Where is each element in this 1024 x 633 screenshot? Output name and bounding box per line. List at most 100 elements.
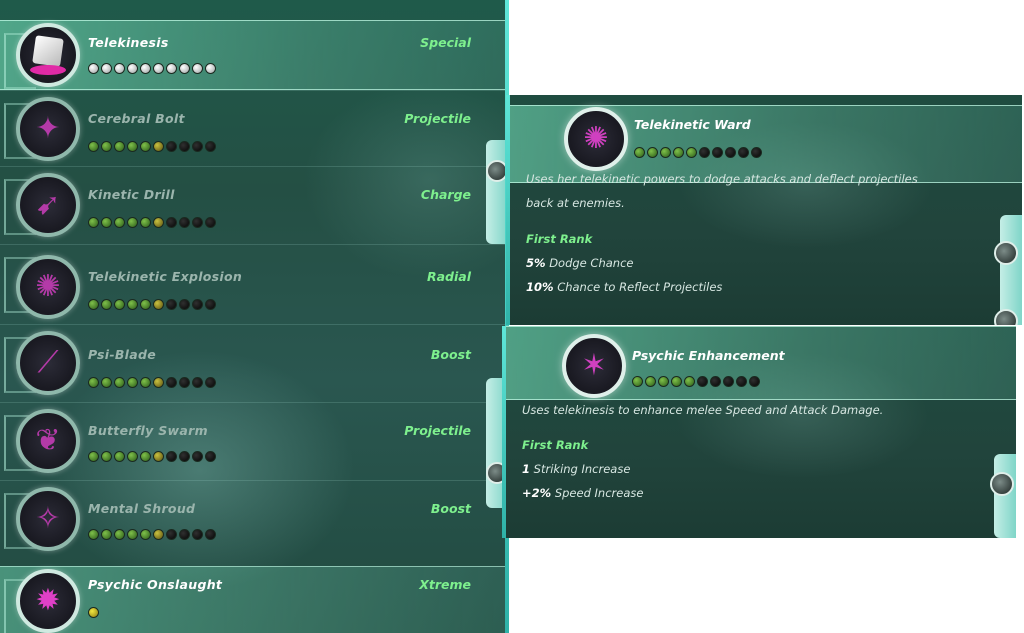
power-type: Charge [420, 187, 471, 202]
rank-pip-black [179, 141, 190, 152]
rank-pips [88, 607, 99, 618]
rank-pip-green [88, 299, 99, 310]
rank-pip-green [114, 451, 125, 462]
rank-pip-green [127, 529, 138, 540]
rank-pip-black [166, 299, 177, 310]
rank-pip-green [140, 529, 151, 540]
rank-pip-black [179, 529, 190, 540]
rank-pip-black [179, 377, 190, 388]
rank-pip-yellow [88, 607, 99, 618]
rank-pip-gold [153, 451, 164, 462]
rank-pips [88, 217, 216, 228]
rank-pip-black [712, 147, 723, 158]
power-row-psi-blade[interactable]: ⟋ Psi-Blade Boost [0, 324, 505, 401]
rank-pip-silver [205, 63, 216, 74]
rank-pip-silver [127, 63, 138, 74]
rank-pip-green [671, 376, 682, 387]
power-row-telekinesis[interactable]: Telekinesis Special [0, 20, 505, 90]
stat-line: 5% Dodge Chance [526, 256, 633, 270]
rank-pip-silver [88, 63, 99, 74]
rank-pip-green [634, 147, 645, 158]
detail-card-psychic-enhancement: ✶ Psychic Enhancement Uses telekinesis t… [502, 326, 1016, 538]
rank-pip-green [660, 147, 671, 158]
mental-shroud-icon: ✧ [16, 487, 80, 551]
power-name: Psi-Blade [88, 347, 157, 362]
rank-pip-black [179, 217, 190, 228]
power-name: Telekinesis [88, 35, 169, 50]
power-row-mental-shroud[interactable]: ✧ Mental Shroud Boost [0, 480, 505, 557]
rank-pip-black [192, 141, 203, 152]
rank-pip-green [684, 376, 695, 387]
stat-text: Speed Increase [554, 486, 644, 500]
telekinetic-ward-icon: ✺ [564, 107, 628, 171]
psychic-onslaught-icon: ✹ [16, 569, 80, 633]
rank-pip-black [751, 147, 762, 158]
power-type: Special [420, 35, 471, 50]
rank-pip-green [88, 451, 99, 462]
card-title: Telekinetic Ward [634, 117, 751, 132]
rank-pip-black [699, 147, 710, 158]
rank-pip-green [88, 141, 99, 152]
rank-pip-black [749, 376, 760, 387]
rank-pip-gold [153, 299, 164, 310]
rank-pip-silver [140, 63, 151, 74]
rank-pip-silver [114, 63, 125, 74]
rank-pip-black [192, 529, 203, 540]
rank-pip-silver [166, 63, 177, 74]
rank-pips [88, 63, 216, 74]
rank-pip-green [101, 217, 112, 228]
rank-pips [632, 376, 760, 387]
rank-pip-green [647, 147, 658, 158]
rank-pip-green [127, 451, 138, 462]
rank-pip-black [205, 299, 216, 310]
rank-pip-black [192, 377, 203, 388]
rank-pip-green [632, 376, 643, 387]
power-type: Projectile [404, 423, 471, 438]
rank-pip-green [686, 147, 697, 158]
rank-pip-green [101, 529, 112, 540]
rank-pip-green [140, 217, 151, 228]
stat-text: Chance to Reflect Projectiles [557, 280, 723, 294]
rank-pip-black [166, 377, 177, 388]
card-connector [994, 454, 1016, 538]
rank-pips [88, 299, 216, 310]
power-name: Mental Shroud [88, 501, 196, 516]
rank-pip-green [127, 141, 138, 152]
rank-pips [88, 451, 216, 462]
rank-pip-black [725, 147, 736, 158]
rank-pip-green [114, 141, 125, 152]
power-row-cerebral-bolt[interactable]: ✦ Cerebral Bolt Projectile [0, 90, 505, 167]
rank-pip-silver [192, 63, 203, 74]
power-type: Projectile [404, 111, 471, 126]
power-name: Cerebral Bolt [88, 111, 185, 126]
rank-pips [634, 147, 762, 158]
butterfly-swarm-icon: ❦ [16, 409, 80, 473]
power-row-telekinetic-explosion[interactable]: ✺ Telekinetic Explosion Radial [0, 244, 505, 323]
rank-pip-black [166, 529, 177, 540]
rank-pip-green [101, 377, 112, 388]
power-row-psychic-onslaught[interactable]: ✹ Psychic Onslaught Xtreme [0, 566, 505, 633]
rank-pip-black [738, 147, 749, 158]
card-knob [994, 241, 1018, 265]
stat-text: Dodge Chance [549, 256, 634, 270]
kinetic-drill-icon: ➹ [16, 173, 80, 237]
card-title: Psychic Enhancement [632, 348, 785, 363]
rank-pip-green [127, 299, 138, 310]
stat-line: 10% Chance to Reflect Projectiles [526, 280, 722, 294]
rank-pip-black [192, 451, 203, 462]
power-name: Butterfly Swarm [88, 423, 208, 438]
rank-pip-gold [153, 141, 164, 152]
power-row-kinetic-drill[interactable]: ➹ Kinetic Drill Charge [0, 166, 505, 243]
cerebral-bolt-icon: ✦ [16, 97, 80, 161]
rank-pip-green [127, 377, 138, 388]
card-edge [502, 326, 506, 538]
power-name: Telekinetic Explosion [88, 269, 243, 284]
stat-value: 10% [526, 280, 554, 294]
rank-pip-green [140, 451, 151, 462]
power-name: Kinetic Drill [88, 187, 175, 202]
psi-blade-icon: ⟋ [16, 331, 80, 395]
power-row-butterfly-swarm[interactable]: ❦ Butterfly Swarm Projectile [0, 402, 505, 479]
rank-pips [88, 529, 216, 540]
stat-text: Striking Increase [533, 462, 631, 476]
rank-pip-green [127, 217, 138, 228]
